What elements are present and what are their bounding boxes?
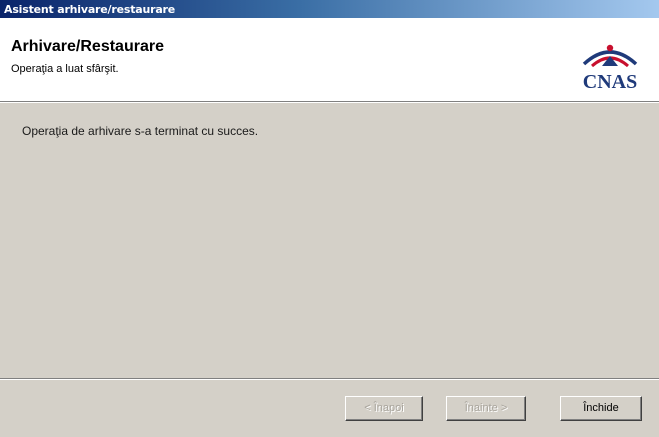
page-subtitle: Operaţia a luat sfârşit. <box>11 63 119 75</box>
logo-text: CNAS <box>583 71 637 93</box>
wizard-window: Asistent arhivare/restaurare Arhivare/Re… <box>0 0 659 437</box>
logo-dot <box>606 44 614 52</box>
back-button[interactable]: < Înapoi <box>345 396 423 421</box>
title-bar[interactable]: Asistent arhivare/restaurare <box>0 0 659 18</box>
footer-separator <box>0 378 659 380</box>
close-button[interactable]: Închide <box>560 396 642 421</box>
status-message: Operaţia de arhivare s-a terminat cu suc… <box>22 124 259 138</box>
cnas-logo: CNAS <box>583 44 637 93</box>
wizard-header: Arhivare/Restaurare Operaţia a luat sfâr… <box>0 18 659 103</box>
page-title: Arhivare/Restaurare <box>11 38 164 55</box>
window-title: Asistent arhivare/restaurare <box>4 3 176 16</box>
next-button[interactable]: Înainte > <box>446 396 526 421</box>
